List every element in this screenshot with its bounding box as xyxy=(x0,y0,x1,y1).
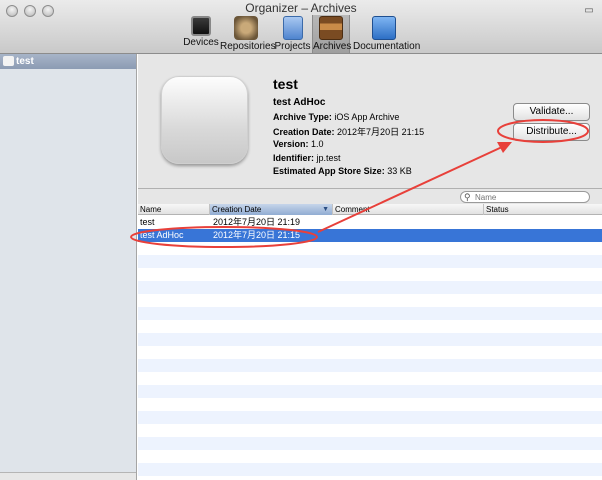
identifier-value: jp.test xyxy=(316,153,341,163)
toolbar-devices-label: Devices xyxy=(183,37,219,48)
sidebar-item-label: test xyxy=(16,56,34,67)
version-label: Version: xyxy=(273,139,309,149)
creation-date-value: 2012年7月20日 21:15 xyxy=(337,127,425,137)
toolbar-toggle-button[interactable]: ▭ xyxy=(582,4,596,18)
table-row-stripe xyxy=(138,333,602,346)
archive-type-label: Archive Type: xyxy=(273,112,332,122)
table-row-stripe xyxy=(138,385,602,398)
toolbar-archives-label: Archives xyxy=(313,41,352,52)
search-bar-row: ⚲ xyxy=(138,188,602,204)
app-icon xyxy=(161,76,248,164)
archives-icon xyxy=(319,16,343,40)
repositories-icon xyxy=(234,16,258,40)
column-header-name[interactable]: Name xyxy=(138,204,210,215)
distribute-button[interactable]: Distribute... xyxy=(513,123,590,141)
table-row-stripe xyxy=(138,255,602,268)
archives-table: Name Creation Date ▼ Comment Status test… xyxy=(138,204,602,480)
column-header-creation-date[interactable]: Creation Date ▼ xyxy=(210,204,333,215)
search-input[interactable] xyxy=(475,192,585,202)
row-name: test AdHoc xyxy=(140,230,184,240)
archive-detail-pane: test test AdHoc Archive Type: iOS App Ar… xyxy=(138,54,602,188)
toolbar-projects-label: Projects xyxy=(274,41,311,52)
table-row-stripe xyxy=(138,307,602,320)
sidebar-item-test[interactable]: test xyxy=(0,54,136,69)
row-creation-date: 2012年7月20日 21:15 xyxy=(213,230,301,240)
table-row[interactable]: test 2012年7月20日 21:19 xyxy=(138,216,602,229)
table-row[interactable]: test AdHoc 2012年7月20日 21:15 xyxy=(138,229,602,242)
sidebar: test xyxy=(0,54,137,480)
documentation-icon xyxy=(372,16,396,40)
sidebar-scrollbar[interactable] xyxy=(0,472,136,480)
table-header: Name Creation Date ▼ Comment Status xyxy=(138,204,602,215)
search-icon: ⚲ xyxy=(464,192,471,202)
identifier-row: Identifier: jp.test xyxy=(273,153,341,163)
table-row-stripe xyxy=(138,437,602,450)
app-name: test xyxy=(273,76,298,92)
app-store-size-label: Estimated App Store Size: xyxy=(273,166,385,176)
creation-date-row: Creation Date: 2012年7月20日 21:15 xyxy=(273,125,424,138)
toolbar-archives-button[interactable]: Archives xyxy=(312,15,352,53)
column-header-comment[interactable]: Comment xyxy=(333,204,484,215)
table-row-stripe xyxy=(138,281,602,294)
app-store-size-value: 33 KB xyxy=(387,166,412,176)
column-header-creation-date-label: Creation Date xyxy=(212,205,262,214)
projects-icon xyxy=(282,16,303,40)
app-store-size-row: Estimated App Store Size: 33 KB xyxy=(273,166,412,176)
row-name: test xyxy=(140,217,155,227)
archive-type-row: Archive Type: iOS App Archive xyxy=(273,112,399,122)
search-field[interactable]: ⚲ xyxy=(460,191,590,203)
app-icon-small xyxy=(3,56,14,66)
window-title: Organizer – Archives xyxy=(245,1,357,15)
table-row-stripe xyxy=(138,411,602,424)
table-row-stripe xyxy=(138,463,602,476)
toolbar-repositories-button[interactable]: Repositories xyxy=(220,15,276,53)
identifier-label: Identifier: xyxy=(273,153,315,163)
toolbar-devices-button[interactable]: Devices xyxy=(183,15,219,53)
sort-descending-icon: ▼ xyxy=(322,206,329,213)
creation-date-label: Creation Date: xyxy=(273,127,335,137)
archive-type-value: iOS App Archive xyxy=(334,112,400,122)
table-row-stripe xyxy=(138,359,602,372)
column-header-status[interactable]: Status xyxy=(484,204,602,215)
toolbar-projects-button[interactable]: Projects xyxy=(274,15,311,53)
archive-name: test AdHoc xyxy=(273,97,326,108)
validate-button[interactable]: Validate... xyxy=(513,103,590,121)
toolbar-documentation-button[interactable]: Documentation xyxy=(353,15,421,53)
version-row: Version: 1.0 xyxy=(273,139,324,149)
toolbar-repositories-label: Repositories xyxy=(220,41,276,52)
version-value: 1.0 xyxy=(311,139,324,149)
toolbar-documentation-label: Documentation xyxy=(353,41,421,52)
row-creation-date: 2012年7月20日 21:19 xyxy=(213,217,301,227)
window-titlebar: Organizer – Archives ▭ Devices Repositor… xyxy=(0,0,602,54)
devices-icon xyxy=(191,16,211,36)
